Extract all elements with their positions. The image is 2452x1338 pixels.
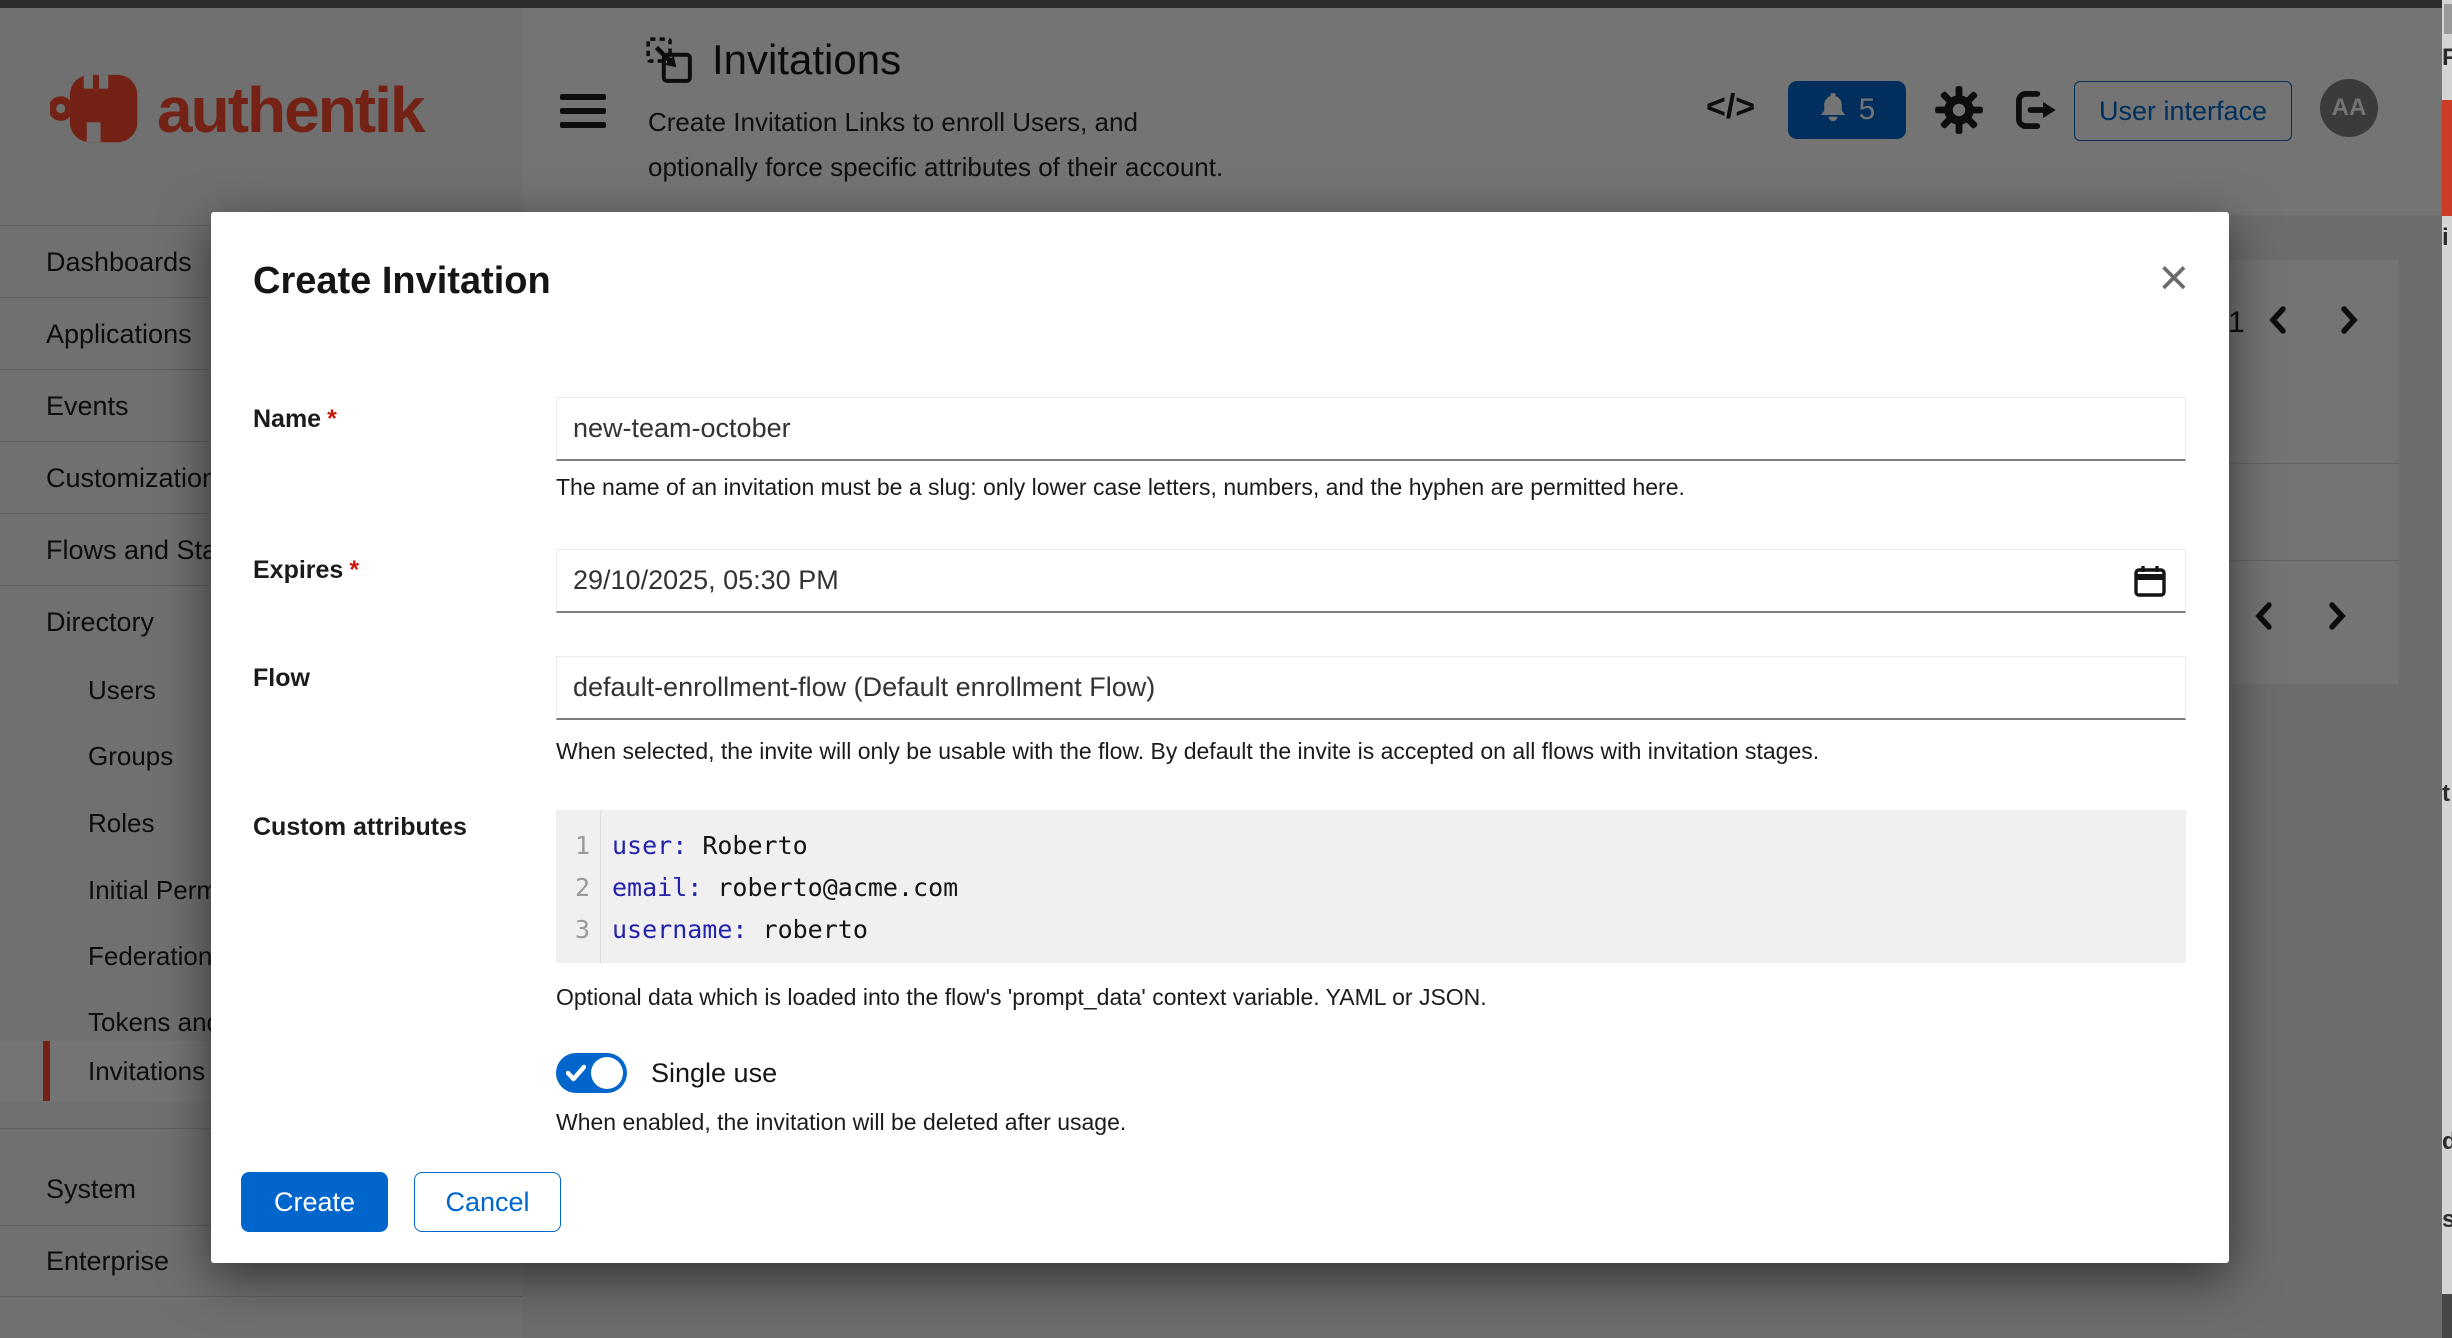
edge-dark-fragment: [2442, 1294, 2452, 1338]
check-icon: [566, 1064, 586, 1087]
cancel-button[interactable]: Cancel: [414, 1172, 561, 1232]
modal-title: Create Invitation: [253, 260, 551, 303]
toggle-knob: [591, 1057, 623, 1089]
flow-label: Flow: [253, 664, 310, 693]
code-line: 2 email: roberto@acme.com: [556, 866, 2186, 908]
name-input[interactable]: [556, 397, 2186, 461]
custom-attributes-code-editor[interactable]: 1 user: Roberto 2 email: roberto@acme.co…: [556, 810, 2186, 963]
required-asterisk: *: [327, 405, 337, 433]
close-icon[interactable]: ×: [2159, 252, 2189, 304]
custom-attributes-label: Custom attributes: [253, 813, 467, 842]
required-asterisk: *: [349, 556, 359, 584]
name-helper-text: The name of an invitation must be a slug…: [556, 474, 1685, 501]
single-use-toggle[interactable]: [556, 1053, 627, 1093]
edge-red-fragment: [2442, 100, 2452, 216]
code-line: 1 user: Roberto: [556, 824, 2186, 866]
single-use-label: Single use: [651, 1058, 777, 1089]
create-invitation-modal: Create Invitation × Name* The name of an…: [211, 212, 2229, 1263]
flow-helper-text: When selected, the invite will only be u…: [556, 738, 1819, 765]
edge-fragment: [2444, 4, 2452, 34]
app-window: authentik Dashboards Applications Events…: [0, 0, 2452, 1338]
custom-attributes-helper-text: Optional data which is loaded into the f…: [556, 984, 1487, 1011]
flow-select-input[interactable]: [556, 656, 2186, 720]
page-right-edge-strip: F i t d s: [2442, 0, 2452, 1338]
expires-input[interactable]: [556, 549, 2186, 613]
single-use-helper-text: When enabled, the invitation will be del…: [556, 1109, 1126, 1136]
name-label: Name*: [253, 405, 337, 434]
create-button[interactable]: Create: [241, 1172, 388, 1232]
code-line: 3 username: roberto: [556, 908, 2186, 950]
expires-label: Expires*: [253, 556, 359, 585]
